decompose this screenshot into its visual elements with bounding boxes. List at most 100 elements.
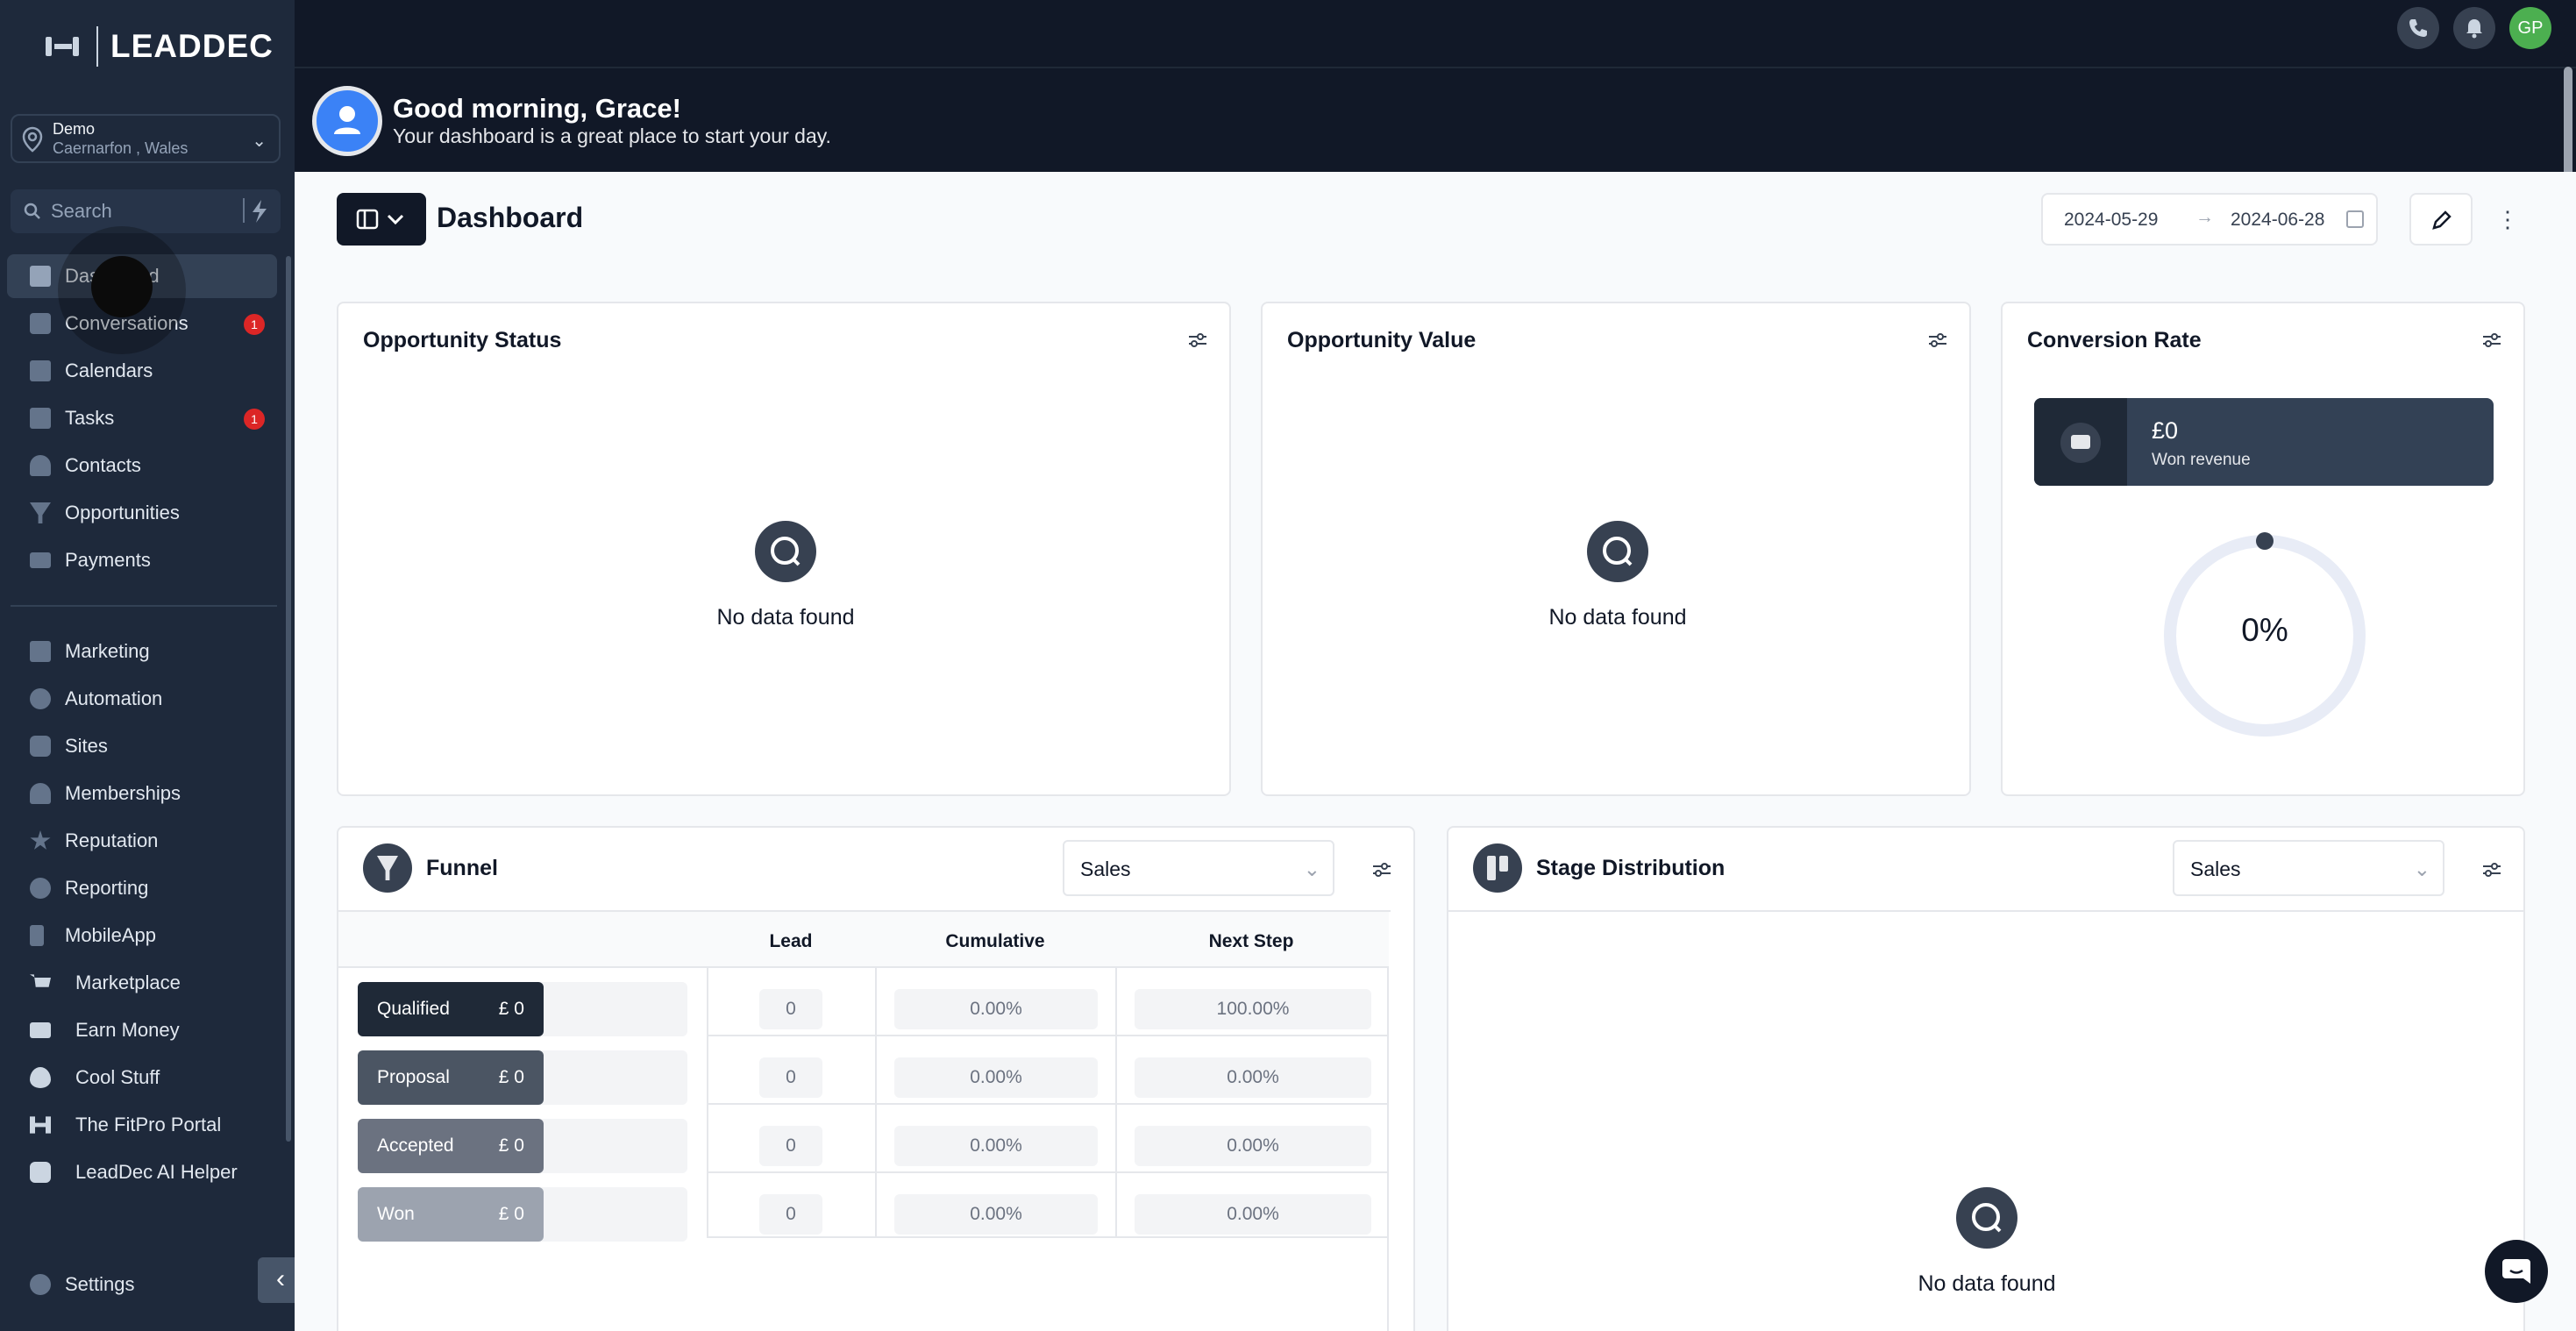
flame-icon [30, 1067, 51, 1088]
money-icon [30, 1022, 51, 1038]
table-row [707, 1035, 1387, 1036]
notifications-button[interactable] [2453, 7, 2495, 49]
phone-icon [2409, 19, 2427, 37]
sidebar-item-label: Settings [65, 1273, 135, 1295]
won-revenue-icon-box [2034, 398, 2127, 486]
gauge-marker [2256, 532, 2274, 550]
sidebar-item-opportunities[interactable]: Opportunities [7, 491, 277, 535]
stage-distribution-card: Stage Distribution Sales ⌄ No data found [1447, 826, 2525, 1331]
settings-sliders-icon[interactable] [1927, 330, 1948, 351]
sidebar-item-payments[interactable]: Payments [7, 538, 277, 582]
search-icon [24, 203, 40, 219]
greeting-banner: Good morning, Grace! Your dashboard is a… [295, 67, 2576, 172]
chevron-down-icon [387, 214, 404, 225]
settings-sliders-icon[interactable] [1187, 330, 1208, 351]
funnel-pipeline-select[interactable]: Sales ⌄ [1063, 840, 1334, 896]
sidebar-item-calendars[interactable]: Calendars [7, 349, 277, 393]
sidebar-item-sites[interactable]: Sites [7, 724, 277, 768]
conversion-percent: 0% [2241, 612, 2288, 648]
quick-actions-bolt-icon[interactable] [240, 196, 274, 226]
logo-separator [96, 26, 98, 67]
chevron-down-icon: ⌄ [1303, 858, 1320, 880]
sidebar-item-tasks[interactable]: Tasks 1 [7, 396, 277, 440]
sidebar-item-cool-stuff[interactable]: Cool Stuff [7, 1056, 277, 1100]
funnel-stage-qualified[interactable]: Qualified £ 0 [358, 982, 544, 1036]
dumbbell-icon [30, 1116, 51, 1134]
sidebar-item-label: Opportunities [65, 502, 180, 523]
sidebar-item-label: Contacts [65, 454, 141, 476]
chat-bubble-icon [2502, 1259, 2530, 1284]
lead-count: 0 [759, 989, 822, 1029]
notification-badge: 1 [244, 314, 265, 335]
opportunity-value-card: Opportunity Value No data found [1261, 302, 1971, 796]
user-avatar-button[interactable]: GP [2509, 7, 2551, 49]
card-title: Stage Distribution [1536, 856, 1726, 880]
empty-text: No data found [716, 605, 855, 630]
search-placeholder: Search [51, 200, 112, 222]
column-header-next-step: Next Step [1208, 931, 1294, 951]
edit-dashboard-button[interactable] [2409, 193, 2473, 246]
brand-logo[interactable]: LEADDEC [46, 23, 274, 70]
bell-icon [2466, 19, 2482, 39]
sidebar-item-reputation[interactable]: Reputation [7, 819, 277, 863]
members-icon [30, 783, 51, 804]
sidebar-item-settings[interactable]: Settings [7, 1263, 235, 1306]
sidebar-item-earn-money[interactable]: Earn Money [7, 1008, 277, 1052]
chat-widget-button[interactable] [2485, 1240, 2548, 1303]
sidebar-search[interactable]: Search [11, 189, 281, 233]
sidebar-scrollbar[interactable] [286, 256, 291, 1142]
funnel-stage-proposal[interactable]: Proposal £ 0 [358, 1050, 544, 1105]
stage-distribution-icon [1473, 843, 1522, 893]
star-icon [30, 830, 51, 850]
table-row [707, 1171, 1387, 1173]
sidebar-item-ai-helper[interactable]: LeadDec AI Helper [7, 1150, 277, 1194]
location-subtitle: Caernarfon , Wales [53, 139, 189, 157]
sidebar-item-automation[interactable]: Automation [7, 677, 277, 721]
stage-amount: £ 0 [498, 1204, 524, 1224]
settings-sliders-icon[interactable] [2481, 859, 2502, 880]
sidebar-item-label: Cool Stuff [75, 1066, 160, 1088]
sidebar-item-label: Marketplace [75, 972, 181, 993]
sidebar-item-label: The FitPro Portal [75, 1114, 222, 1135]
funnel-stage-accepted[interactable]: Accepted £ 0 [358, 1119, 544, 1173]
sidebar-item-label: MobileApp [65, 924, 156, 946]
stage-pipeline-select[interactable]: Sales ⌄ [2173, 840, 2444, 896]
funnel-stage-won[interactable]: Won £ 0 [358, 1187, 544, 1242]
sidebar-item-label: Calendars [65, 359, 153, 381]
sidebar-item-mobileapp[interactable]: MobileApp [7, 914, 277, 957]
date-from[interactable]: 2024-05-29 [2064, 210, 2158, 231]
select-value: Sales [2190, 858, 2241, 880]
lead-count: 0 [759, 1057, 822, 1098]
sidebar-item-contacts[interactable]: Contacts [7, 444, 277, 488]
settings-sliders-icon[interactable] [2481, 330, 2502, 351]
location-switcher[interactable]: Demo Caernarfon , Wales ⌄ [11, 114, 281, 163]
cumulative-value: 0.00% [894, 1126, 1098, 1166]
next-step-value: 100.00% [1135, 989, 1371, 1029]
stage-name: Won [377, 1204, 415, 1224]
robot-icon [30, 1162, 51, 1183]
top-bar: GP [295, 0, 2576, 67]
phone-button[interactable] [2397, 7, 2439, 49]
table-row [707, 1103, 1387, 1105]
sidebar-item-fitpro-portal[interactable]: The FitPro Portal [7, 1103, 277, 1147]
won-revenue-label: Won revenue [2152, 451, 2251, 469]
chevron-left-icon: ‹ [276, 1264, 285, 1293]
empty-state: No data found [1855, 1187, 2118, 1297]
select-value: Sales [1080, 858, 1131, 880]
date-range-picker[interactable]: 2024-05-29 → 2024-06-28 [2041, 193, 2378, 246]
table-row [707, 1236, 1387, 1238]
pencil-icon [2432, 210, 2451, 230]
dashboard-switcher-button[interactable] [337, 193, 426, 246]
sidebar-item-label: Memberships [65, 782, 181, 804]
sidebar: LEADDEC Demo Caernarfon , Wales ⌄ Search… [0, 0, 295, 1331]
date-to[interactable]: 2024-06-28 [2231, 210, 2336, 231]
sidebar-item-memberships[interactable]: Memberships [7, 772, 277, 815]
arrow-right-icon: → [2195, 207, 2214, 227]
more-options-button[interactable]: ⋮ [2490, 198, 2525, 242]
next-step-value: 0.00% [1135, 1194, 1371, 1235]
sidebar-item-marketing[interactable]: Marketing [7, 630, 277, 673]
sidebar-item-reporting[interactable]: Reporting [7, 866, 277, 910]
search-icon [755, 521, 816, 582]
sidebar-item-marketplace[interactable]: Marketplace [7, 961, 277, 1005]
settings-sliders-icon[interactable] [1371, 859, 1392, 880]
